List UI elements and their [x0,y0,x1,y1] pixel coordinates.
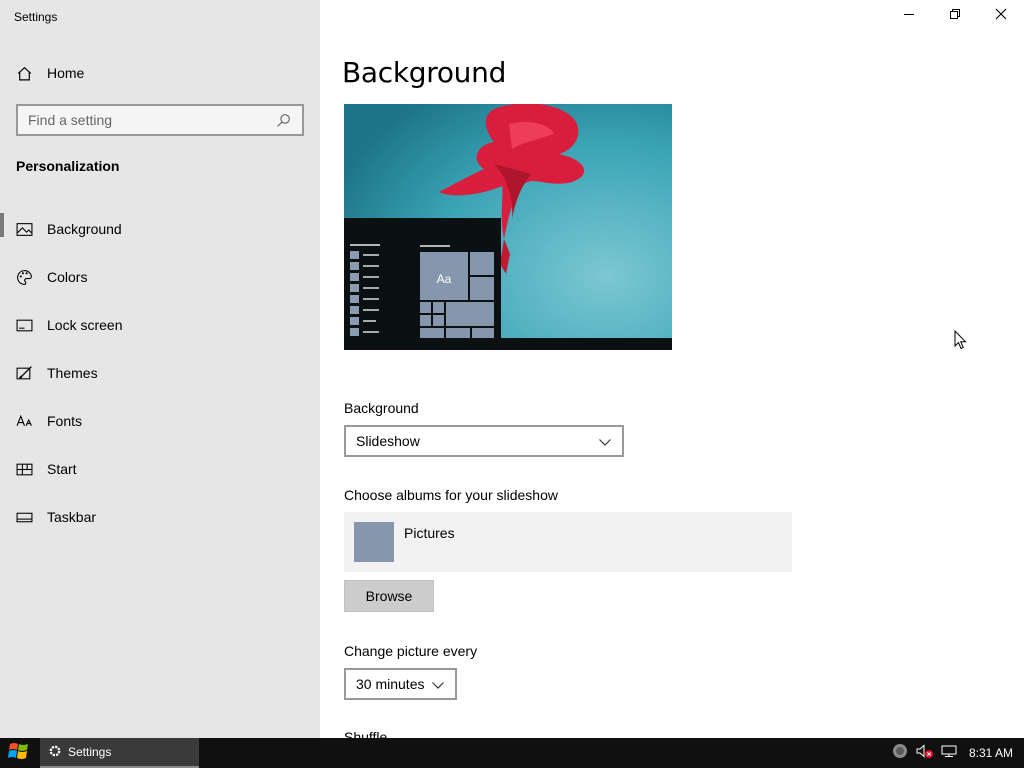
search-box[interactable] [16,104,304,136]
close-icon [995,7,1007,25]
change-picture-dropdown[interactable]: 30 minutes [344,668,457,700]
home-link[interactable]: Home [16,62,84,84]
lock-screen-icon [16,317,33,334]
search-input[interactable] [28,112,275,128]
album-name: Pictures [404,525,455,541]
page-title: Background [342,56,507,89]
home-icon [16,65,33,82]
volume-muted-icon [915,743,935,764]
minimize-button[interactable] [886,0,932,32]
tray-network-globe[interactable] [890,738,910,768]
preview-wallpaper: Aa [344,104,672,350]
windows-logo-icon [8,741,30,766]
restore-button[interactable] [932,0,978,32]
taskbar-settings-app[interactable]: Settings [40,738,199,768]
sidebar-item-label: Taskbar [47,509,97,525]
sidebar-item-background[interactable]: Background [0,205,320,253]
close-button[interactable] [978,0,1024,32]
background-dropdown[interactable]: Slideshow [344,425,624,457]
restore-icon [949,7,961,25]
albums-label: Choose albums for your slideshow [344,487,558,503]
sidebar-item-fonts[interactable]: Fonts [0,397,320,445]
background-label: Background [344,400,419,416]
chevron-down-icon [431,678,445,694]
chevron-down-icon [598,435,612,451]
app-title: Settings [14,10,58,24]
monitor-icon [940,743,958,764]
taskbar-app-label: Settings [68,745,112,759]
sidebar-item-label: Colors [47,269,88,285]
search-icon[interactable] [275,112,292,129]
sidebar-item-colors[interactable]: Colors [0,253,320,301]
sidebar-item-taskbar[interactable]: Taskbar [0,493,320,541]
sidebar: Settings Home Personalization Background… [0,0,320,738]
taskbar-clock[interactable]: 8:31 AM [962,738,1020,768]
desktop-preview: Aa [344,104,672,350]
taskbar-icon [16,509,33,526]
image-icon [16,221,33,238]
sidebar-item-label: Fonts [47,413,83,429]
sidebar-item-label: Themes [47,365,98,381]
browse-button[interactable]: Browse [344,580,434,612]
fonts-icon [16,413,33,430]
album-thumbnail [354,522,394,562]
tray-display[interactable] [938,738,960,768]
globe-icon [892,743,908,764]
themes-icon [16,365,33,382]
taskbar: Settings 8:31 AM [0,738,1024,768]
shuffle-label: Shuffle [344,730,388,738]
start-icon [16,461,33,478]
home-label: Home [47,65,85,81]
sidebar-item-start[interactable]: Start [0,445,320,493]
sidebar-nav: Background Colors Lock screen Themes Fon… [0,205,320,541]
mouse-cursor-icon [954,329,968,355]
minimize-icon [903,7,915,25]
tray-volume[interactable] [914,738,936,768]
change-picture-label: Change picture every [344,643,478,659]
sidebar-item-themes[interactable]: Themes [0,349,320,397]
start-button[interactable] [0,738,38,768]
sidebar-item-label: Lock screen [47,317,123,333]
sidebar-item-label: Background [47,221,122,237]
section-title: Personalization [16,158,120,174]
gear-icon [48,744,62,761]
change-picture-value: 30 minutes [356,676,425,692]
sidebar-item-label: Start [47,461,77,477]
album-item-pictures[interactable]: Pictures [344,512,792,572]
sidebar-item-lock-screen[interactable]: Lock screen [0,301,320,349]
palette-icon [16,269,33,286]
background-dropdown-value: Slideshow [356,433,420,449]
preview-tile-text: Aa [437,272,452,286]
